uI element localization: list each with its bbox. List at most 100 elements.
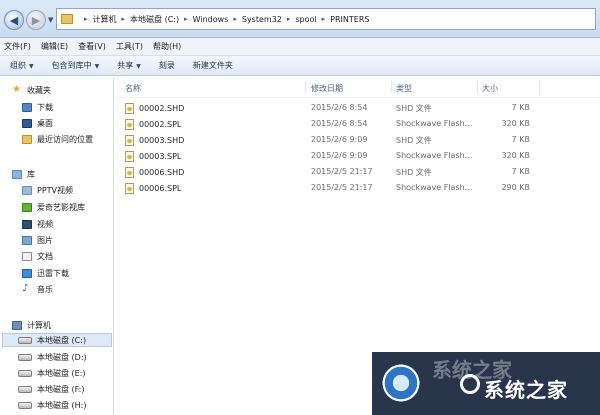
- chevron-right-icon[interactable]: ▸: [84, 15, 88, 23]
- xunlei-icon: [22, 268, 32, 278]
- chevron-right-icon[interactable]: ▸: [287, 15, 291, 23]
- chevron-right-icon[interactable]: ▸: [233, 15, 237, 23]
- nav-pptv[interactable]: PPTV视频: [22, 184, 73, 196]
- column-header-modified[interactable]: 修改日期: [311, 83, 343, 94]
- file-modified: 2015/2/6 9:09: [311, 151, 368, 160]
- nav-iqiyi-label: 爱奇艺影视库: [37, 202, 85, 212]
- nav-music-label: 音乐: [37, 284, 53, 294]
- menu-tools[interactable]: 工具(T): [116, 41, 143, 52]
- drive-icon: [18, 353, 32, 361]
- nav-iqiyi[interactable]: 爱奇艺影视库: [22, 201, 85, 213]
- command-bar: 组织 ▼ 包含到库中 ▼ 共享 ▼ 刻录 新建文件夹: [0, 56, 600, 76]
- nav-drive-f-label: 本地磁盘 (F:): [37, 384, 85, 394]
- nav-favorites[interactable]: ★ 收藏夹: [12, 84, 51, 96]
- breadcrumb-printers[interactable]: PRINTERS: [330, 15, 369, 24]
- nav-drive-f[interactable]: 本地磁盘 (F:): [18, 383, 84, 395]
- back-button[interactable]: ◀: [4, 10, 24, 30]
- nav-video[interactable]: 视频: [22, 218, 53, 230]
- organize-button[interactable]: 组织 ▼: [10, 60, 34, 71]
- computer-icon: [12, 320, 22, 330]
- column-divider[interactable]: [391, 81, 392, 93]
- file-icon: [125, 151, 134, 162]
- nav-video-label: 视频: [37, 219, 53, 229]
- breadcrumb-windows[interactable]: Windows: [193, 15, 229, 24]
- star-icon: ★: [12, 84, 21, 95]
- file-row[interactable]: 00002.SPL 2015/2/6 8:54 Shockwave Flash.…: [115, 117, 600, 132]
- file-icon: [125, 103, 134, 114]
- nav-xunlei[interactable]: 迅雷下载: [22, 267, 69, 279]
- chevron-down-icon: ▼: [94, 63, 100, 70]
- nav-recent-label: 最近访问的位置: [37, 134, 93, 144]
- new-folder-button[interactable]: 新建文件夹: [193, 60, 233, 71]
- music-note-icon: ♪: [22, 283, 29, 294]
- nav-libraries[interactable]: 库: [12, 168, 35, 180]
- menu-bar: 文件(F) 编辑(E) 查看(V) 工具(T) 帮助(H): [0, 38, 600, 56]
- watermark-text: 系统之家: [484, 378, 568, 402]
- file-icon: [125, 167, 134, 178]
- chevron-right-icon[interactable]: ▸: [322, 15, 326, 23]
- nav-computer[interactable]: 计算机: [12, 319, 51, 331]
- file-name: 00002.SPL: [139, 120, 182, 129]
- breadcrumb-spool[interactable]: spool: [295, 15, 316, 24]
- nav-drive-e[interactable]: 本地磁盘 (E:): [18, 367, 86, 379]
- file-name: 00006.SHD: [139, 168, 185, 177]
- breadcrumb-computer[interactable]: 计算机: [93, 14, 117, 25]
- menu-edit[interactable]: 编辑(E): [41, 41, 68, 52]
- nav-desktop[interactable]: 桌面: [22, 117, 53, 129]
- column-header-name[interactable]: 名称: [125, 83, 141, 94]
- nav-pictures-label: 图片: [37, 235, 53, 245]
- column-header-size[interactable]: 大小: [482, 83, 498, 94]
- nav-drive-h[interactable]: 本地磁盘 (H:): [18, 399, 87, 411]
- file-modified: 2015/2/6 8:54: [311, 103, 368, 112]
- column-header-type[interactable]: 类型: [396, 83, 412, 94]
- include-library-button[interactable]: 包含到库中 ▼: [52, 60, 100, 71]
- file-row[interactable]: 00002.SHD 2015/2/6 8:54 SHD 文件 7 KB: [115, 101, 600, 116]
- file-modified: 2015/2/5 21:17: [311, 167, 373, 176]
- burn-button[interactable]: 刻录: [159, 60, 175, 71]
- nav-pictures[interactable]: 图片: [22, 234, 53, 246]
- file-name-cell: 00006.SHD: [125, 167, 184, 178]
- nav-recent-places[interactable]: 最近访问的位置: [22, 133, 93, 145]
- file-name-cell: 00002.SPL: [125, 119, 181, 130]
- file-name: 00006.SPL: [139, 184, 182, 193]
- file-type: SHD 文件: [396, 136, 432, 145]
- file-row[interactable]: 00003.SHD 2015/2/6 9:09 SHD 文件 7 KB: [115, 133, 600, 148]
- nav-documents[interactable]: 文档: [22, 250, 53, 262]
- chevron-right-icon[interactable]: ▸: [122, 15, 126, 23]
- menu-file[interactable]: 文件(F): [4, 41, 31, 52]
- column-divider[interactable]: [477, 81, 478, 93]
- file-size: 320 KB: [501, 151, 530, 160]
- menu-help[interactable]: 帮助(H): [153, 41, 181, 52]
- file-name-cell: 00002.SHD: [125, 103, 184, 114]
- file-row[interactable]: 00003.SPL 2015/2/6 9:09 Shockwave Flash.…: [115, 149, 600, 164]
- column-divider[interactable]: [305, 81, 306, 93]
- recent-pages-dropdown-icon[interactable]: ▼: [48, 16, 53, 24]
- breadcrumb-c-drive[interactable]: 本地磁盘 (C:): [130, 14, 179, 25]
- file-name: 00002.SHD: [139, 104, 185, 113]
- address-bar[interactable]: ▸ 计算机 ▸ 本地磁盘 (C:) ▸ Windows ▸ System32 ▸…: [56, 8, 596, 30]
- file-row[interactable]: 00006.SPL 2015/2/5 21:17 Shockwave Flash…: [115, 181, 600, 196]
- back-arrow-icon: ◀: [9, 13, 19, 27]
- menu-view[interactable]: 查看(V): [78, 41, 106, 52]
- breadcrumb-system32[interactable]: System32: [242, 15, 282, 24]
- nav-music[interactable]: ♪ 音乐: [22, 283, 53, 295]
- nav-drive-c[interactable]: 本地磁盘 (C:): [18, 334, 86, 346]
- watermark-circle-icon: [460, 374, 480, 394]
- nav-pptv-label: PPTV视频: [37, 185, 74, 195]
- drive-icon: [18, 369, 32, 377]
- drive-icon: [18, 401, 32, 409]
- navigation-pane: ★ 收藏夹 下载 桌面 最近访问的位置 库 PPTV视频 爱奇艺影视库 视频 图…: [0, 77, 114, 415]
- file-row[interactable]: 00006.SHD 2015/2/5 21:17 SHD 文件 7 KB: [115, 165, 600, 180]
- share-button[interactable]: 共享 ▼: [117, 60, 141, 71]
- library-icon: [12, 169, 22, 179]
- file-size: 320 KB: [501, 119, 530, 128]
- chevron-right-icon[interactable]: ▸: [184, 15, 188, 23]
- file-type: Shockwave Flash...: [396, 183, 473, 192]
- column-divider[interactable]: [539, 81, 540, 93]
- nav-libraries-label: 库: [27, 169, 35, 179]
- forward-button[interactable]: ▶: [26, 10, 46, 30]
- file-name-cell: 00006.SPL: [125, 183, 181, 194]
- nav-downloads[interactable]: 下载: [22, 101, 53, 113]
- nav-drive-d[interactable]: 本地磁盘 (D:): [18, 351, 87, 363]
- downloads-folder-icon: [22, 102, 32, 112]
